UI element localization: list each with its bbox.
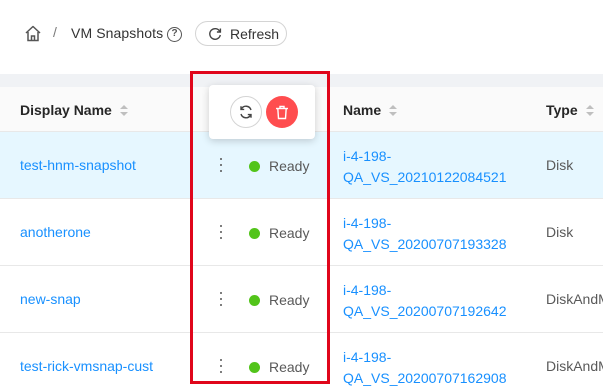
- snapshot-type: DiskAndM: [546, 358, 603, 374]
- vm-name-link[interactable]: i-4-198- QA_VS_20200707192642: [343, 280, 506, 322]
- display-name-link[interactable]: anotherone: [20, 224, 91, 240]
- vm-name-link[interactable]: i-4-198- QA_VS_20210122084521: [343, 146, 506, 188]
- column-type[interactable]: Type: [546, 102, 594, 118]
- help-icon[interactable]: ?: [167, 27, 182, 42]
- sort-icon[interactable]: [119, 104, 128, 116]
- display-name-link[interactable]: test-rick-vmsnap-cust: [20, 358, 153, 374]
- refresh-label: Refresh: [230, 25, 280, 42]
- sort-icon[interactable]: [585, 104, 594, 116]
- column-display-name[interactable]: Display Name: [20, 102, 128, 118]
- snapshot-type: Disk: [546, 157, 574, 173]
- display-name-link[interactable]: new-snap: [20, 291, 81, 307]
- snapshot-type: Disk: [546, 224, 574, 240]
- sort-icon[interactable]: [389, 104, 398, 116]
- column-name[interactable]: Name: [343, 102, 398, 118]
- snapshot-type: DiskAndM: [546, 291, 603, 307]
- highlight-box: [190, 71, 330, 384]
- vm-name-link[interactable]: i-4-198- QA_VS_20200707193328: [343, 213, 506, 255]
- breadcrumb-bar: / VM Snapshots ? Refresh: [0, 0, 603, 74]
- vm-name-link[interactable]: i-4-198- QA_VS_20200707162908: [343, 347, 506, 386]
- home-icon[interactable]: [24, 25, 42, 42]
- page-title: VM Snapshots: [71, 25, 164, 41]
- display-name-link[interactable]: test-hnm-snapshot: [20, 157, 136, 173]
- refresh-button[interactable]: Refresh: [195, 21, 287, 46]
- breadcrumb-separator: /: [53, 24, 57, 40]
- reload-icon: [209, 27, 222, 40]
